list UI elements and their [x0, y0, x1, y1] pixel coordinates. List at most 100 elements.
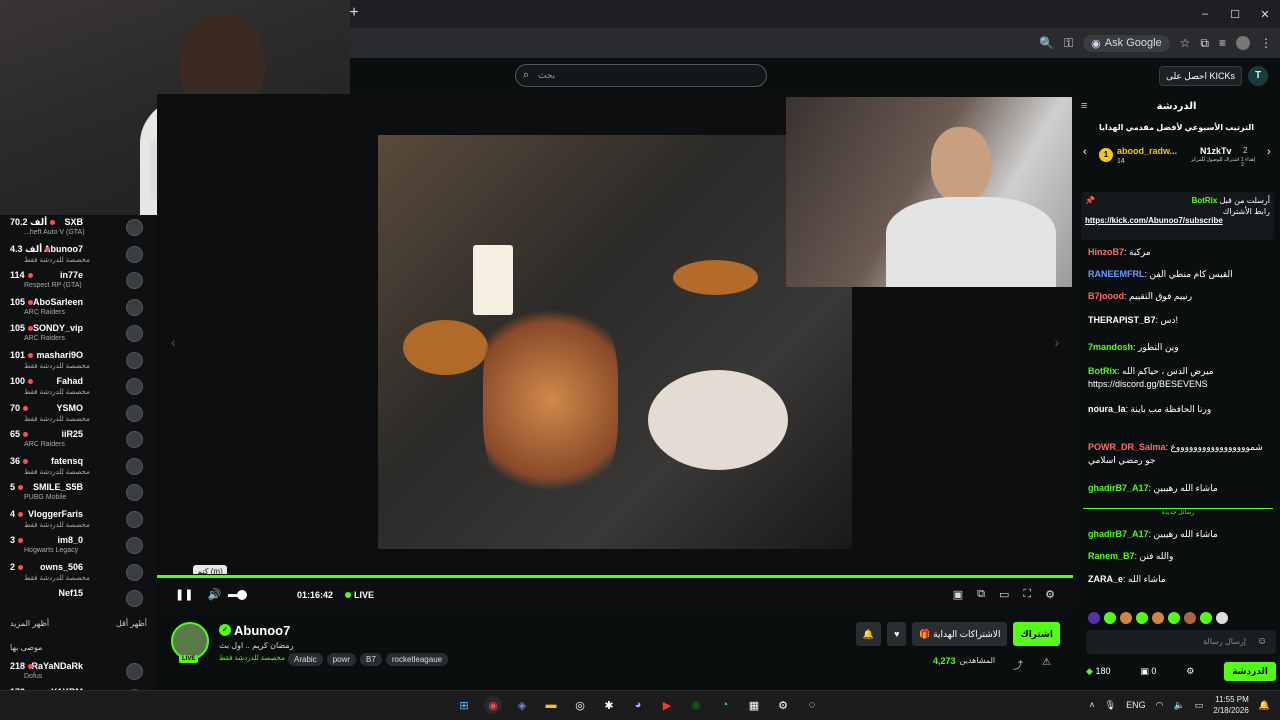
collapse-chat-icon[interactable]: ≡: [1081, 100, 1087, 112]
show-more-button[interactable]: أظهر المزيد: [10, 619, 49, 628]
battery-icon[interactable]: ▭: [1195, 700, 1204, 711]
follow-heart-icon[interactable]: ♥: [887, 622, 907, 646]
sidebar-channel[interactable]: SMILE_S5B 5 PUBG Mobile: [0, 480, 157, 506]
sidebar-channel[interactable]: SXB 70.2 ألف ...heft Auto V (GTA): [0, 215, 157, 241]
prev-arrow-icon[interactable]: ‹: [171, 334, 176, 350]
chrome-icon[interactable]: ◉: [484, 696, 502, 714]
share-icon[interactable]: ⤴: [1013, 657, 1023, 672]
youtube-icon[interactable]: ▶: [658, 696, 676, 714]
windows-start-icon[interactable]: ⊞: [455, 696, 473, 714]
sidebar-channel[interactable]: VloggerFaris 4 مخصصة للدردشة فقط: [0, 507, 157, 533]
maximize-button[interactable]: ☐: [1220, 0, 1250, 28]
chat-username[interactable]: noura_la: [1088, 404, 1126, 414]
volume-knob[interactable]: [237, 590, 247, 600]
emote[interactable]: [1136, 612, 1148, 624]
xbox-icon[interactable]: ⊗: [687, 696, 705, 714]
show-less-button[interactable]: أظهر أقل: [116, 619, 147, 628]
chat-username[interactable]: ghadirB7_A17: [1088, 483, 1149, 493]
recommended-channel[interactable]: RaYaNDaRk 218 Dofus: [0, 659, 157, 685]
video-player[interactable]: ‹ ›: [157, 94, 1073, 574]
emote[interactable]: [1216, 612, 1228, 624]
tag[interactable]: powr: [326, 653, 357, 666]
lb-prev-icon[interactable]: ‹: [1083, 146, 1087, 158]
sidebar-channel[interactable]: fatensq 36 مخصصة للدردشة فقط: [0, 454, 157, 480]
emote[interactable]: [1184, 612, 1196, 624]
sidebar-channel[interactable]: im8_0 3 Hogwarts Legacy: [0, 533, 157, 559]
pin-icon[interactable]: 📌: [1085, 196, 1095, 205]
zoom-icon[interactable]: 🔍: [1039, 36, 1054, 50]
settings-icon[interactable]: ⚙: [774, 696, 792, 714]
chat-username[interactable]: HinzoB7: [1088, 247, 1124, 257]
sidebar-channel[interactable]: iiR25 65 ARC Raiders: [0, 427, 157, 453]
pinned-user[interactable]: BotRix: [1192, 196, 1218, 205]
store-icon[interactable]: ▦: [745, 696, 763, 714]
file-explorer-icon[interactable]: ▬: [542, 696, 560, 714]
tray-chevron-icon[interactable]: ˄: [1089, 700, 1094, 710]
bookmark-star-icon[interactable]: ☆: [1180, 36, 1191, 50]
emote[interactable]: [1200, 612, 1212, 624]
chat-username[interactable]: ghadirB7_A17: [1088, 529, 1149, 539]
ask-google-button[interactable]: ◉ Ask Google: [1083, 34, 1170, 52]
chat-username[interactable]: Ranem_B7: [1088, 551, 1135, 561]
pinned-link[interactable]: https://kick.com/Abunoo7/subscribe: [1085, 216, 1223, 225]
language-indicator[interactable]: ENG: [1126, 700, 1146, 710]
steam-icon[interactable]: ◕: [629, 696, 647, 714]
emote[interactable]: [1120, 612, 1132, 624]
sidebar-channel[interactable]: YSMO 70 مخصصة للدردشة فقط: [0, 401, 157, 427]
sidebar-channel[interactable]: SONDY_vip 105 ARC Raiders: [0, 321, 157, 347]
chat-username[interactable]: BotRix: [1088, 366, 1117, 376]
tag[interactable]: Arabic: [288, 653, 323, 666]
tag[interactable]: B7: [360, 653, 382, 666]
get-kicks-button[interactable]: احصل على KICKs: [1158, 66, 1242, 86]
tag[interactable]: rocketleagaue: [385, 653, 449, 666]
chat-username[interactable]: ZARA_e: [1088, 574, 1123, 584]
lb-user[interactable]: abood_radw...: [1117, 146, 1177, 156]
emote[interactable]: [1088, 612, 1100, 624]
sidebar-channel[interactable]: Abunoo7 4.3 ألف مخصصة للدردشة فقط: [0, 242, 157, 268]
chat-username[interactable]: THERAPIST_B7: [1088, 315, 1156, 325]
sidebar-channel[interactable]: Nef15: [0, 586, 157, 612]
chat-username[interactable]: 7mandosh: [1088, 342, 1133, 352]
clock[interactable]: 11:55 PM 2/18/2026: [1213, 694, 1249, 716]
chat-input[interactable]: إرسال رسالة: [1086, 630, 1276, 654]
obs-icon[interactable]: ◎: [571, 696, 589, 714]
volume-icon[interactable]: 🔊: [207, 588, 221, 601]
pip-icon[interactable]: ▣: [953, 588, 963, 601]
lb-user[interactable]: N1zkTv: [1200, 146, 1232, 156]
search-input[interactable]: ⌕ بحث: [515, 64, 767, 87]
live-indicator[interactable]: LIVE: [345, 590, 374, 600]
theater-icon[interactable]: ▭: [999, 588, 1009, 601]
notification-bell-icon[interactable]: 🔔: [855, 622, 882, 646]
gift-count[interactable]: ▣ 0: [1140, 666, 1156, 677]
lb-next-icon[interactable]: ›: [1267, 146, 1271, 158]
chat-username[interactable]: POWR_DR_Salma: [1088, 442, 1166, 452]
subscribe-button[interactable]: اشتراك: [1013, 622, 1060, 646]
sidebar-channel[interactable]: AboSarleen 105 ARC Raiders: [0, 295, 157, 321]
notification-icon[interactable]: 🔔: [1259, 700, 1270, 711]
emote[interactable]: [1168, 612, 1180, 624]
chat-username[interactable]: B7joood: [1088, 291, 1124, 301]
emote[interactable]: [1152, 612, 1164, 624]
edge-icon[interactable]: ◔: [716, 696, 734, 714]
sidebar-channel[interactable]: Fahad 100 مخصصة للدردشة فقط: [0, 374, 157, 400]
emote[interactable]: [1104, 612, 1116, 624]
menu-icon[interactable]: ⋮: [1260, 36, 1272, 50]
streamer-name[interactable]: Abunoo7: [234, 623, 290, 638]
media-icon[interactable]: ≡: [1219, 36, 1226, 50]
stream-category[interactable]: مخصصة للدردشة فقط: [219, 654, 285, 662]
report-icon[interactable]: ⚠: [1042, 657, 1051, 668]
extensions-icon[interactable]: ⧉: [1200, 36, 1209, 51]
sidebar-channel[interactable]: in77e 114 Respect RP (GTA): [0, 268, 157, 294]
app-icon[interactable]: ◌: [803, 696, 821, 714]
discord-icon[interactable]: ◈: [513, 696, 531, 714]
settings-gear-icon[interactable]: ⚙: [1045, 588, 1055, 601]
user-avatar[interactable]: T: [1248, 66, 1268, 86]
send-chat-button[interactable]: الدردشة: [1224, 661, 1276, 681]
pause-icon[interactable]: ❚❚: [175, 588, 193, 601]
chat-username[interactable]: RANEEMFRL: [1088, 269, 1145, 279]
chat-settings-gear-icon[interactable]: ⚙: [1186, 666, 1194, 677]
microphone-icon[interactable]: 🎙: [1105, 700, 1116, 711]
profile-avatar[interactable]: [1236, 36, 1250, 50]
points-display[interactable]: ◆ 180: [1086, 666, 1110, 677]
progress-bar[interactable]: [157, 575, 1073, 578]
